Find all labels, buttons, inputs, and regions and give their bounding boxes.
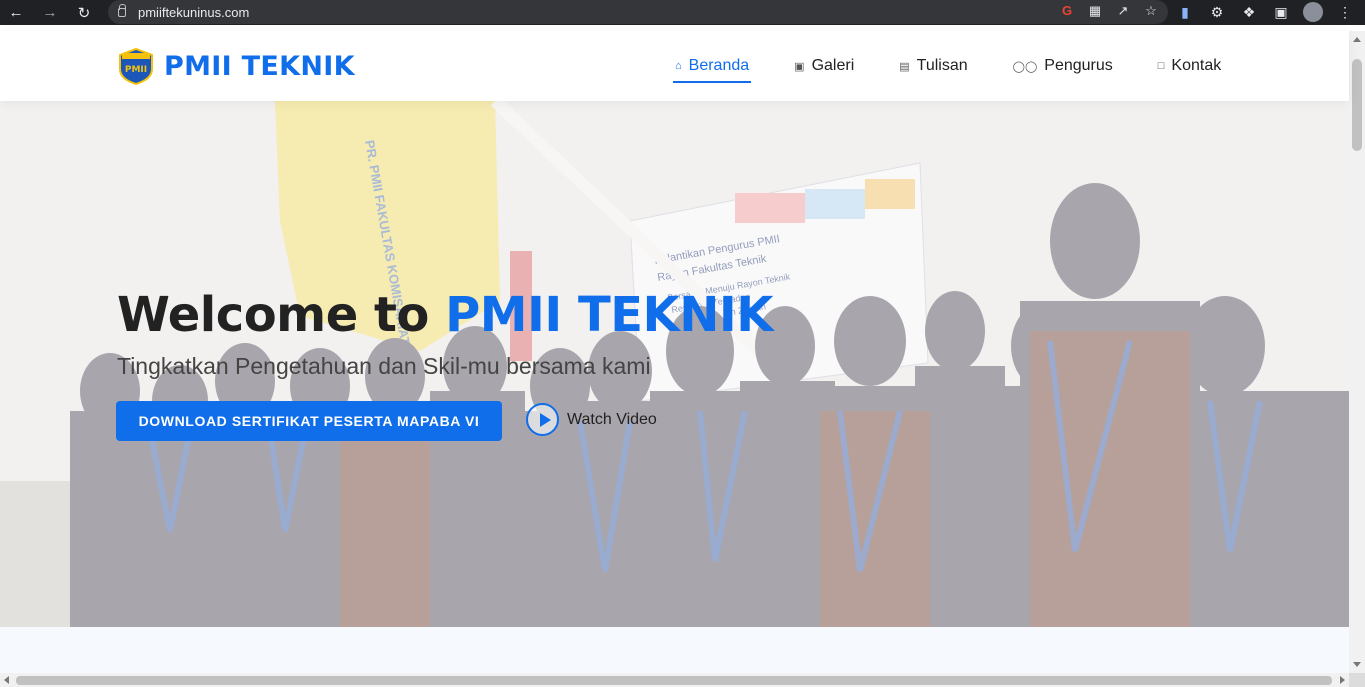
menu-item-galeri[interactable]: ▣ Galeri xyxy=(792,49,856,83)
site-logo[interactable]: PMII PMII TEKNIK xyxy=(118,47,355,85)
svg-text:PMII: PMII xyxy=(125,65,147,75)
back-button[interactable]: ← xyxy=(6,3,26,23)
hero-title-prefix: Welcome to xyxy=(117,287,446,343)
lock-icon xyxy=(118,3,126,17)
vertical-scroll-thumb[interactable] xyxy=(1352,59,1362,151)
star-icon[interactable]: ☆ xyxy=(1142,3,1160,19)
arrow-right-icon: → xyxy=(42,4,58,21)
menu-item-tulisan[interactable]: ▤ Tulisan xyxy=(897,49,969,83)
next-section xyxy=(0,627,1349,673)
main-menu: ⌂ Beranda ▣ Galeri ▤ Tulisan ◯◯ Pengurus… xyxy=(673,31,1264,101)
menu-item-label: Tulisan xyxy=(916,57,968,74)
watch-video-link[interactable]: Watch Video xyxy=(526,403,657,436)
scroll-right-icon[interactable] xyxy=(1340,676,1345,684)
hero-title: Welcome to PMII TEKNIK xyxy=(117,287,773,343)
play-icon xyxy=(526,403,559,436)
menu-item-beranda[interactable]: ⌂ Beranda xyxy=(673,49,752,83)
site-title: PMII TEKNIK xyxy=(164,50,355,82)
menu-item-kontak[interactable]: □ Kontak xyxy=(1156,49,1223,83)
extension-docs-icon[interactable]: ▮ xyxy=(1175,4,1195,21)
address-url[interactable]: pmiiftekuninus.com xyxy=(138,5,249,20)
vertical-scrollbar[interactable] xyxy=(1349,31,1365,673)
reload-icon: ↻ xyxy=(77,4,91,22)
hero-subtitle: Tingkatkan Pengetahuan dan Skil-mu bersa… xyxy=(117,353,651,379)
download-certificate-button[interactable]: DOWNLOAD SERTIFIKAT PESERTA MAPABA VI xyxy=(116,401,502,441)
menu-item-pengurus[interactable]: ◯◯ Pengurus xyxy=(1011,49,1115,83)
scrollbar-corner xyxy=(1349,673,1365,687)
image-icon: ▣ xyxy=(794,60,805,73)
scroll-up-icon[interactable] xyxy=(1353,37,1361,42)
google-icon[interactable]: G xyxy=(1058,3,1076,19)
avatar[interactable] xyxy=(1303,2,1323,22)
pmii-badge-icon: PMII xyxy=(119,47,153,85)
menu-item-label: Kontak xyxy=(1171,57,1222,74)
home-icon: ⌂ xyxy=(675,60,682,72)
more-icon[interactable]: ⋮ xyxy=(1335,4,1355,21)
menu-item-label: Beranda xyxy=(688,57,750,74)
extension-gear-icon[interactable]: ⚙ xyxy=(1207,4,1227,21)
horizontal-scrollbar[interactable] xyxy=(0,673,1349,687)
puzzle-icon[interactable]: ❖ xyxy=(1239,4,1259,21)
arrow-left-icon: ← xyxy=(8,4,24,21)
scroll-down-icon[interactable] xyxy=(1353,662,1361,667)
forward-button[interactable]: → xyxy=(40,3,60,23)
people-icon: ◯◯ xyxy=(1012,60,1038,73)
scroll-left-icon[interactable] xyxy=(4,676,9,684)
bookmark-icon: □ xyxy=(1157,60,1165,72)
share-icon[interactable]: ↗ xyxy=(1114,3,1132,19)
hero-title-accent: PMII TEKNIK xyxy=(445,287,773,343)
site-header: PMII PMII TEKNIK ⌂ Beranda ▣ Galeri ▤ Tu… xyxy=(0,31,1349,101)
article-icon: ▤ xyxy=(899,60,910,73)
menu-item-label: Pengurus xyxy=(1044,57,1113,74)
menu-item-label: Galeri xyxy=(811,57,855,74)
translate-icon[interactable]: ▦ xyxy=(1086,3,1104,19)
hero-section: Pelantikan Pengurus PMII Rayon Fakultas … xyxy=(0,101,1349,627)
browser-toolbar: ← → ↻ pmiiftekuninus.com G ▦ ↗ ☆ ▮ ⚙ ❖ ▣… xyxy=(0,0,1365,25)
reload-button[interactable]: ↻ xyxy=(74,3,94,23)
side-panel-icon[interactable]: ▣ xyxy=(1271,4,1291,21)
address-bar[interactable]: pmiiftekuninus.com G ▦ ↗ ☆ xyxy=(108,0,1168,24)
horizontal-scroll-thumb[interactable] xyxy=(16,676,1332,685)
watch-video-label: Watch Video xyxy=(567,410,657,428)
